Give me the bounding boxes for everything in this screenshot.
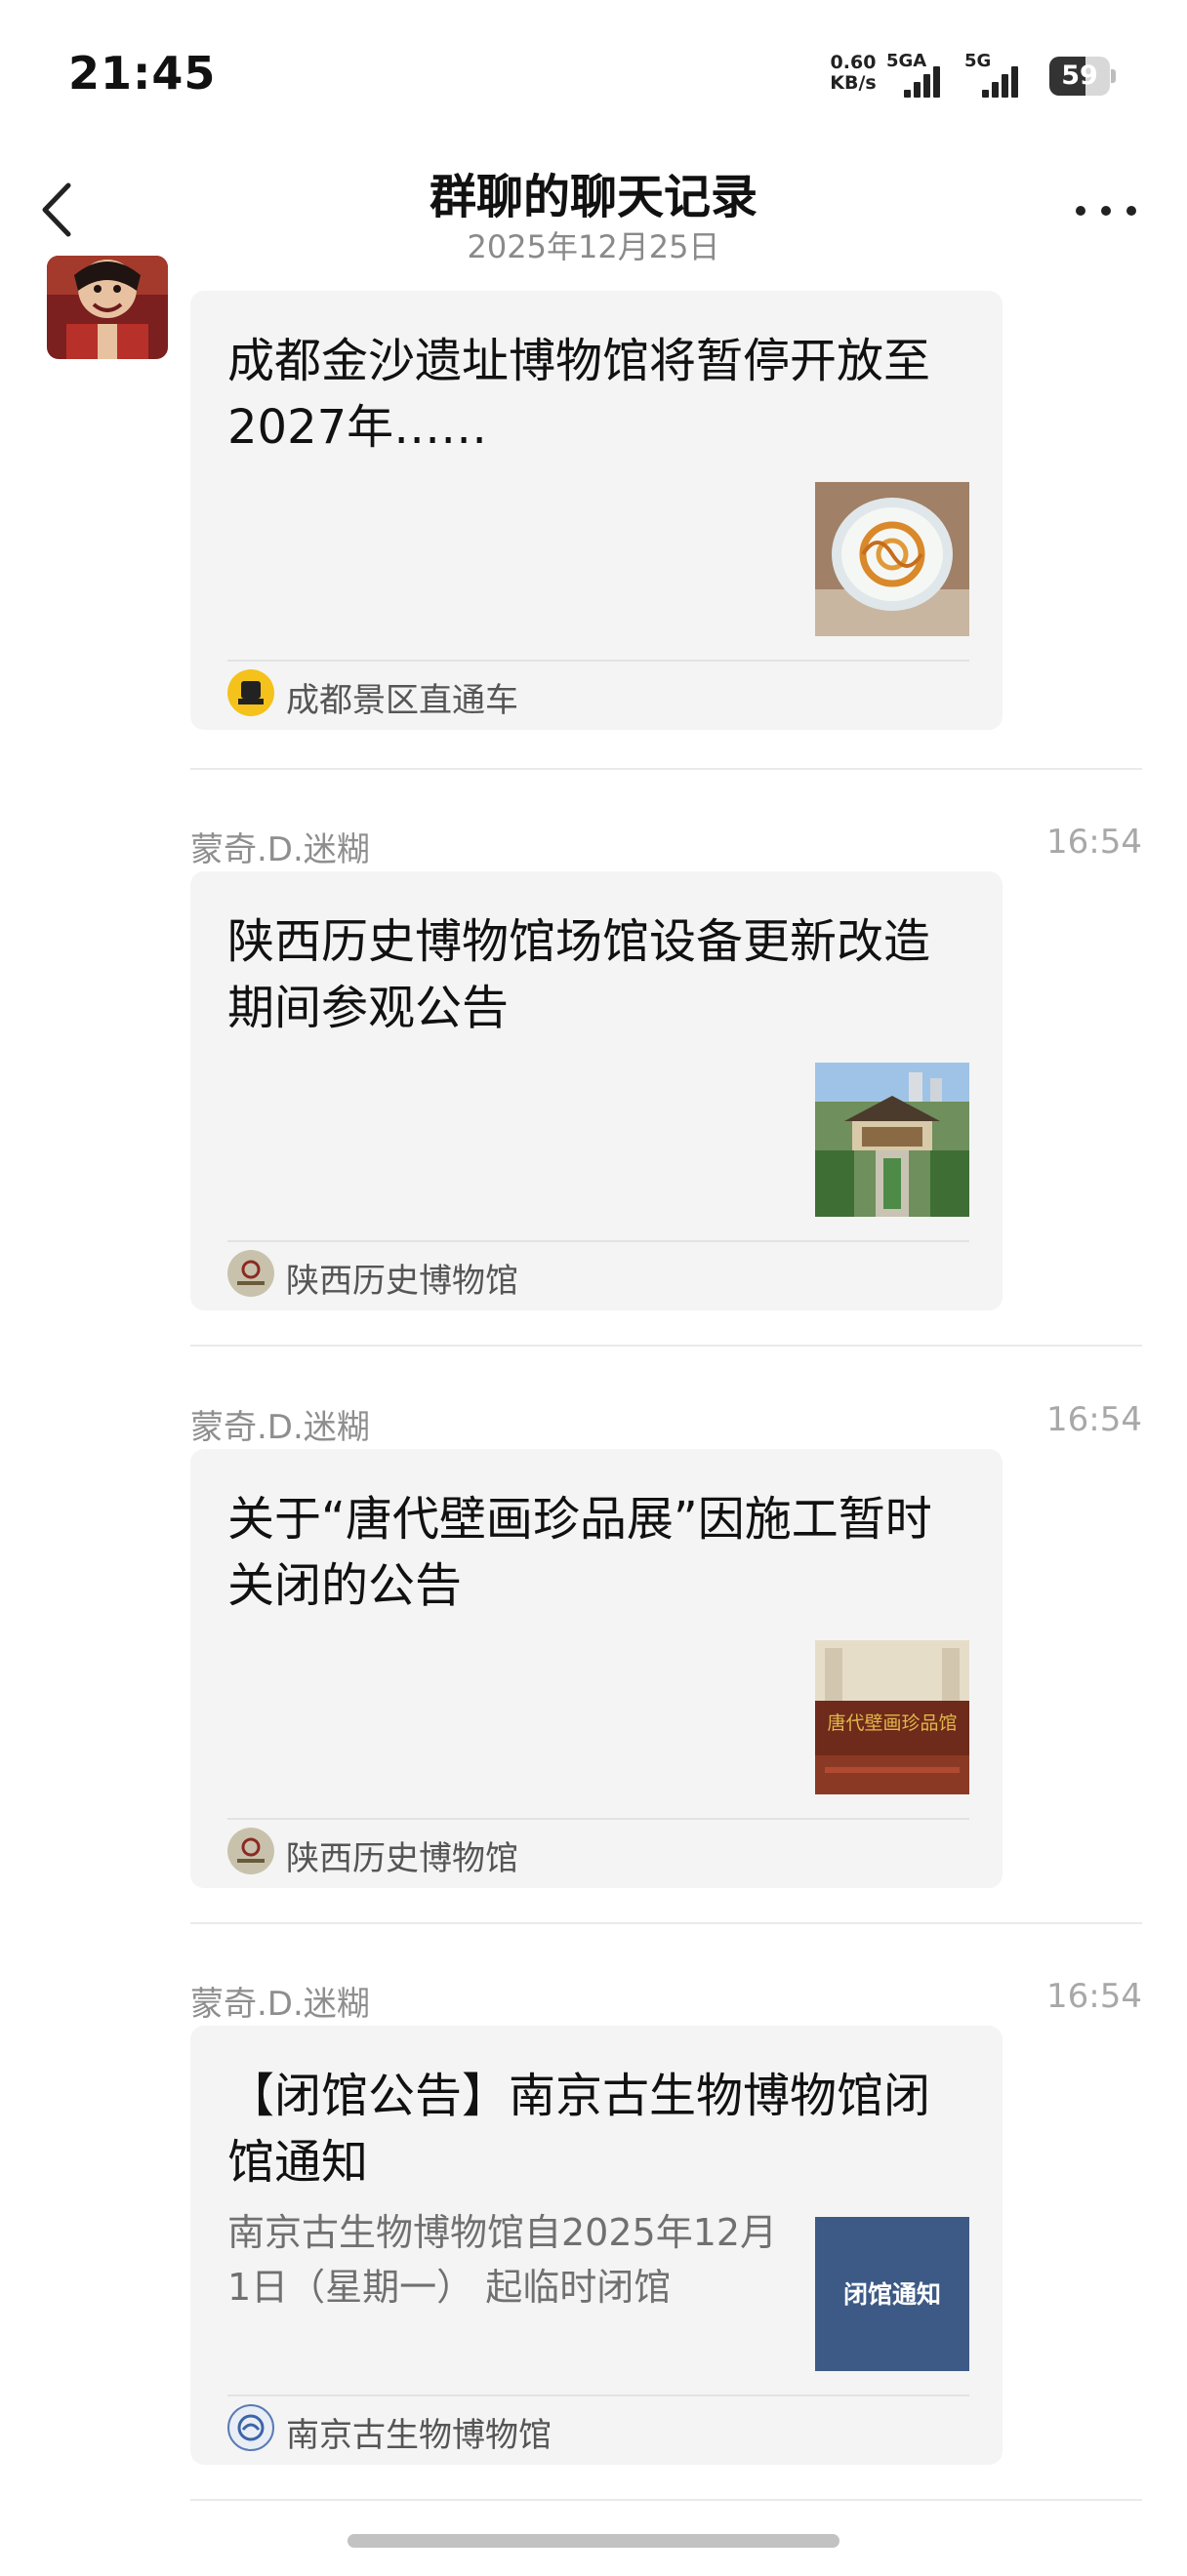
message-divider: [190, 1922, 1142, 1924]
card-divider: [227, 1240, 969, 1242]
card-thumbnail: [815, 482, 969, 636]
card-source: 陕西历史博物馆: [286, 1839, 518, 1878]
sender-name: 蒙奇.D.迷糊: [190, 830, 370, 869]
message-time: 16:54: [1046, 1977, 1142, 2016]
card-divider: [227, 660, 969, 662]
card-title: 【闭馆公告】南京古生物博物馆闭馆通知: [227, 2069, 931, 2190]
more-button[interactable]: [1072, 197, 1140, 226]
sender-name: 蒙奇.D.迷糊: [190, 1985, 370, 2024]
message-time: 16:54: [1046, 823, 1142, 862]
battery-icon: 59: [1049, 57, 1118, 96]
link-card[interactable]: 关于“唐代壁画珍品展”因施工暂时关闭的公告 唐代壁画珍品馆 陕西历史博物馆: [190, 1449, 1003, 1888]
link-card[interactable]: 【闭馆公告】南京古生物博物馆闭馆通知 南京古生物博物馆自2025年12月1日（星…: [190, 2026, 1003, 2465]
message-divider: [190, 1345, 1142, 1347]
message-item: 蒙奇.D.迷糊 16:54 关于“唐代壁画珍品展”因施工暂时关闭的公告 唐代壁画…: [190, 1400, 1142, 1888]
message-item: 蒙奇.D.迷糊 16:54 陕西历史博物馆场馆设备更新改造期间参观公告 陕西历史…: [190, 823, 1142, 1310]
link-card[interactable]: 陕西历史博物馆场馆设备更新改造期间参观公告 陕西历史博物馆: [190, 871, 1003, 1310]
page-title: 群聊的聊天记录: [429, 170, 757, 224]
card-title: 陕西历史博物馆场馆设备更新改造期间参观公告: [227, 914, 931, 1035]
message-time: 16:54: [1046, 1400, 1142, 1439]
status-bar: 21:45 0.60 KB/s 5GA 5G 59: [0, 0, 1187, 137]
message-divider: [190, 768, 1142, 770]
source-logo-icon: [227, 2404, 274, 2451]
museum-dome-image: [815, 482, 969, 636]
message-item: 蒙奇.D.迷糊 16:54 【闭馆公告】南京古生物博物馆闭馆通知 南京古生物博物…: [190, 1977, 1142, 2465]
avatar-image: [47, 256, 168, 359]
card-divider: [227, 2395, 969, 2396]
home-indicator[interactable]: [348, 2534, 839, 2548]
source-logo-icon: [227, 1828, 274, 1874]
message-divider: [190, 2499, 1142, 2501]
thumbnail-caption: 唐代壁画珍品馆: [827, 1712, 958, 1734]
source-logo-icon: [227, 1250, 274, 1297]
card-source: 南京古生物博物馆: [286, 2416, 552, 2455]
signal-5ga-icon: 5GA: [886, 51, 951, 98]
status-time: 21:45: [68, 47, 217, 100]
card-source: 陕西历史博物馆: [286, 1262, 518, 1301]
network-speed-value: 0.60: [830, 52, 877, 73]
notice-image: 闭馆通知: [842, 2280, 941, 2309]
card-thumbnail: 唐代壁画珍品馆: [815, 1640, 969, 1794]
avatar[interactable]: [47, 256, 168, 359]
source-logo-icon: [227, 669, 274, 716]
card-title: 成都金沙遗址博物馆将暂停开放至2027年……: [227, 334, 931, 455]
card-description: 南京古生物博物馆自2025年12月1日（星期一） 起临时闭馆: [227, 2211, 778, 2309]
museum-building-image: [815, 1063, 969, 1217]
signal-5g-icon: 5G: [964, 51, 1029, 98]
message-item: 成都金沙遗址博物馆将暂停开放至2027年…… 成都景区直通车: [190, 256, 1142, 744]
card-thumbnail: [815, 1063, 969, 1217]
card-divider: [227, 1818, 969, 1820]
card-title: 关于“唐代壁画珍品展”因施工暂时关闭的公告: [227, 1492, 932, 1613]
link-card[interactable]: 成都金沙遗址博物馆将暂停开放至2027年…… 成都景区直通车: [190, 291, 1003, 730]
battery-level: 59: [1061, 60, 1098, 91]
sender-name: 蒙奇.D.迷糊: [190, 1408, 370, 1447]
card-source: 成都景区直通车: [286, 681, 518, 720]
card-thumbnail: 闭馆通知: [815, 2217, 969, 2371]
network-speed-unit: KB/s: [830, 72, 877, 94]
network-speed: 0.60 KB/s: [822, 53, 884, 94]
